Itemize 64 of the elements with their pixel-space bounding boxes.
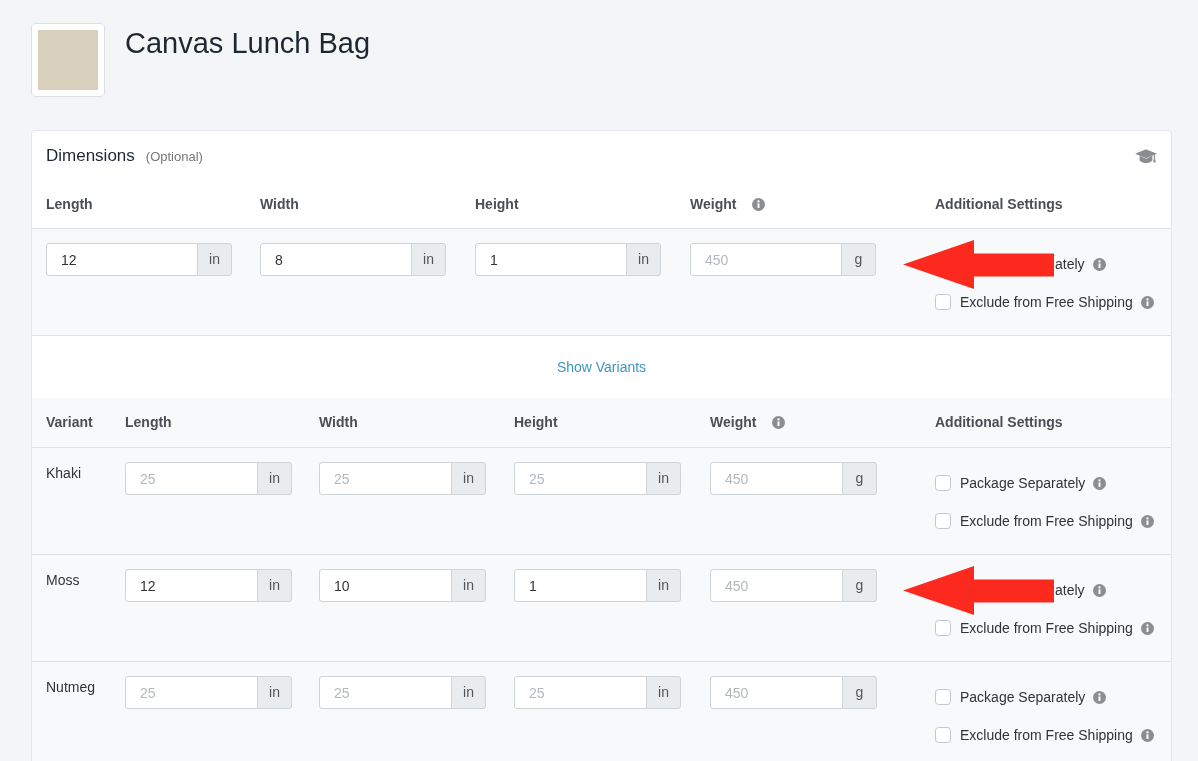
length-input[interactable]: 12 (46, 243, 198, 276)
option-label: Exclude from Free Shipping (960, 292, 1133, 312)
variant-name: Moss (46, 572, 80, 588)
unit-label: in (451, 462, 486, 495)
width-input[interactable]: 8 (260, 243, 412, 276)
column-header: Additional Settings (935, 195, 1063, 214)
unit-label: in (451, 676, 486, 709)
column-header: Height (475, 195, 519, 214)
option-label: Package Separately (960, 473, 1086, 493)
column-header: Length (46, 195, 93, 214)
unit-label: in (626, 243, 661, 276)
checkbox[interactable] (935, 689, 951, 705)
unit-label: in (411, 243, 446, 276)
weight-input[interactable]: 450 (690, 243, 842, 276)
checkbox[interactable] (935, 727, 951, 743)
column-header: Length (125, 413, 172, 432)
unit-label: in (257, 462, 292, 495)
unit-label: in (197, 243, 232, 276)
option-label: Package Separately (960, 687, 1086, 707)
optional-note: (Optional) (145, 148, 203, 167)
option-label: Exclude from Free Shipping (960, 511, 1133, 531)
unit-label: in (646, 569, 681, 602)
unit-label: g (842, 676, 877, 709)
weight-input[interactable]: 450 (710, 676, 843, 709)
width-input[interactable]: 25 (319, 462, 452, 495)
column-header: Width (260, 195, 299, 214)
option-label: ately (1055, 254, 1085, 274)
checkbox[interactable] (935, 513, 951, 529)
unit-label: g (841, 243, 876, 276)
option-label: ately (1055, 580, 1085, 600)
column-header: Weight (710, 413, 757, 432)
unit-label: in (646, 676, 681, 709)
option-label: Exclude from Free Shipping (960, 725, 1133, 745)
column-header: Weight (690, 195, 737, 214)
height-input[interactable]: 25 (514, 462, 647, 495)
column-header: Variant (46, 413, 93, 432)
variant-name: Khaki (46, 465, 82, 481)
unit-label: in (646, 462, 681, 495)
column-header: Height (514, 413, 558, 432)
product-title: Canvas Lunch Bag (125, 26, 371, 61)
unit-label: in (451, 569, 486, 602)
length-input[interactable]: 12 (125, 569, 258, 602)
checkbox[interactable] (935, 475, 951, 491)
unit-label: g (842, 569, 877, 602)
length-input[interactable]: 25 (125, 676, 258, 709)
variant-name: Nutmeg (46, 679, 96, 695)
height-input[interactable]: 1 (475, 243, 627, 276)
column-header: Additional Settings (935, 413, 1063, 432)
checkbox[interactable] (935, 294, 951, 310)
graduation-cap-icon (1135, 147, 1157, 165)
column-header: Width (319, 413, 358, 432)
checkbox[interactable] (935, 620, 951, 636)
weight-input[interactable]: 450 (710, 569, 843, 602)
width-input[interactable]: 10 (319, 569, 452, 602)
unit-label: g (842, 462, 877, 495)
height-input[interactable]: 25 (514, 676, 647, 709)
unit-label: in (257, 569, 292, 602)
length-input[interactable]: 25 (125, 462, 258, 495)
section-title: Dimensions (46, 145, 135, 168)
option-label: Exclude from Free Shipping (960, 618, 1133, 638)
width-input[interactable]: 25 (319, 676, 452, 709)
height-input[interactable]: 1 (514, 569, 647, 602)
unit-label: in (257, 676, 292, 709)
weight-input[interactable]: 450 (710, 462, 843, 495)
